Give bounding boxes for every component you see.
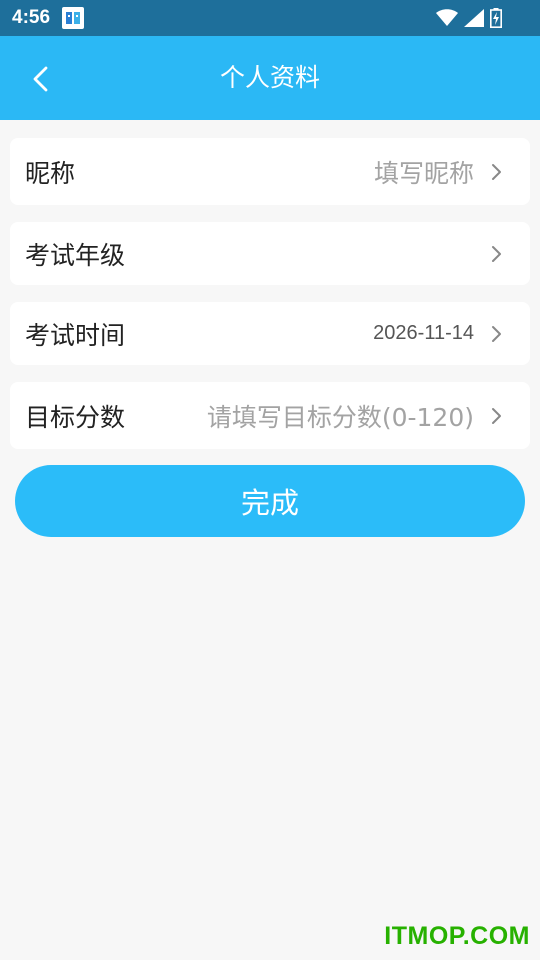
nickname-value: 填写昵称 — [373, 158, 474, 188]
exam-date-label: 考试时间 — [25, 320, 126, 350]
exam-date-row[interactable]: 考试时间 2026-11-14 — [10, 302, 530, 365]
status-icons — [430, 7, 502, 29]
back-button[interactable] — [20, 56, 64, 100]
app-notification-icon — [62, 7, 84, 29]
app-header: 个人资料 — [0, 36, 540, 120]
battery-charging-icon — [490, 8, 502, 28]
nickname-row[interactable]: 昵称 填写昵称 — [10, 138, 530, 205]
chevron-right-icon — [492, 163, 501, 180]
nickname-label: 昵称 — [25, 158, 76, 188]
done-button[interactable]: 完成 — [15, 465, 525, 537]
status-bar: 4:56 — [0, 0, 540, 36]
chevron-right-icon — [492, 407, 501, 424]
wifi-icon — [436, 9, 458, 26]
chevron-left-icon — [33, 66, 48, 92]
target-score-input[interactable]: 请填写目标分数(0-120) — [207, 382, 474, 449]
exam-date-value: 2026-11-14 — [373, 322, 474, 344]
watermark: ITMOP.COM — [384, 922, 530, 950]
exam-grade-label: 考试年级 — [25, 240, 126, 270]
page-title: 个人资料 — [219, 63, 320, 92]
target-score-label: 目标分数 — [25, 402, 126, 432]
exam-grade-row[interactable]: 考试年级 — [10, 222, 530, 285]
cell-signal-icon — [464, 9, 484, 27]
target-score-row[interactable]: 目标分数 请填写目标分数(0-120) — [10, 382, 530, 449]
chevron-right-icon — [492, 325, 501, 342]
status-time: 4:56 — [12, 7, 51, 28]
chevron-right-icon — [492, 245, 501, 262]
